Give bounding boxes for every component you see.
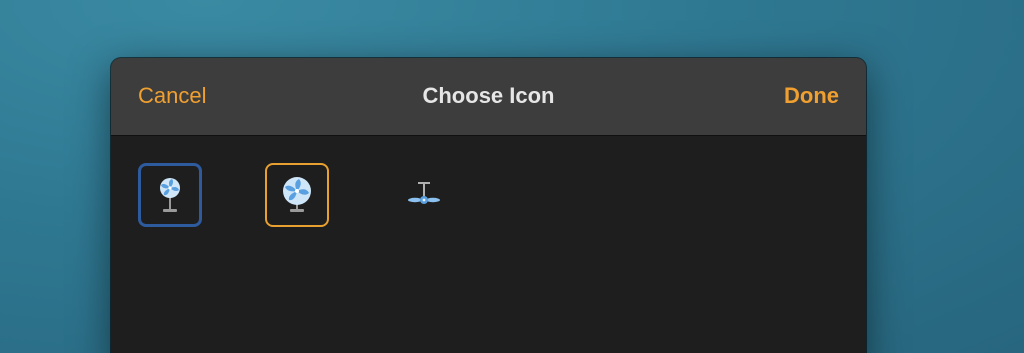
dialog-title: Choose Icon: [422, 83, 555, 108]
icon-option-pedestal-fan[interactable]: [138, 163, 202, 227]
desk-fan-icon: [283, 177, 311, 212]
choose-icon-dialog: Cancel Choose Icon Done: [111, 58, 866, 353]
pedestal-fan-icon: [160, 178, 180, 212]
done-button[interactable]: Done: [784, 83, 839, 109]
dialog-header: Cancel Choose Icon Done: [111, 58, 866, 136]
icon-option-ceiling-fan[interactable]: [392, 163, 456, 227]
cancel-button[interactable]: Cancel: [138, 83, 206, 109]
icon-option-desk-fan[interactable]: [265, 163, 329, 227]
ceiling-fan-icon: [408, 182, 440, 204]
